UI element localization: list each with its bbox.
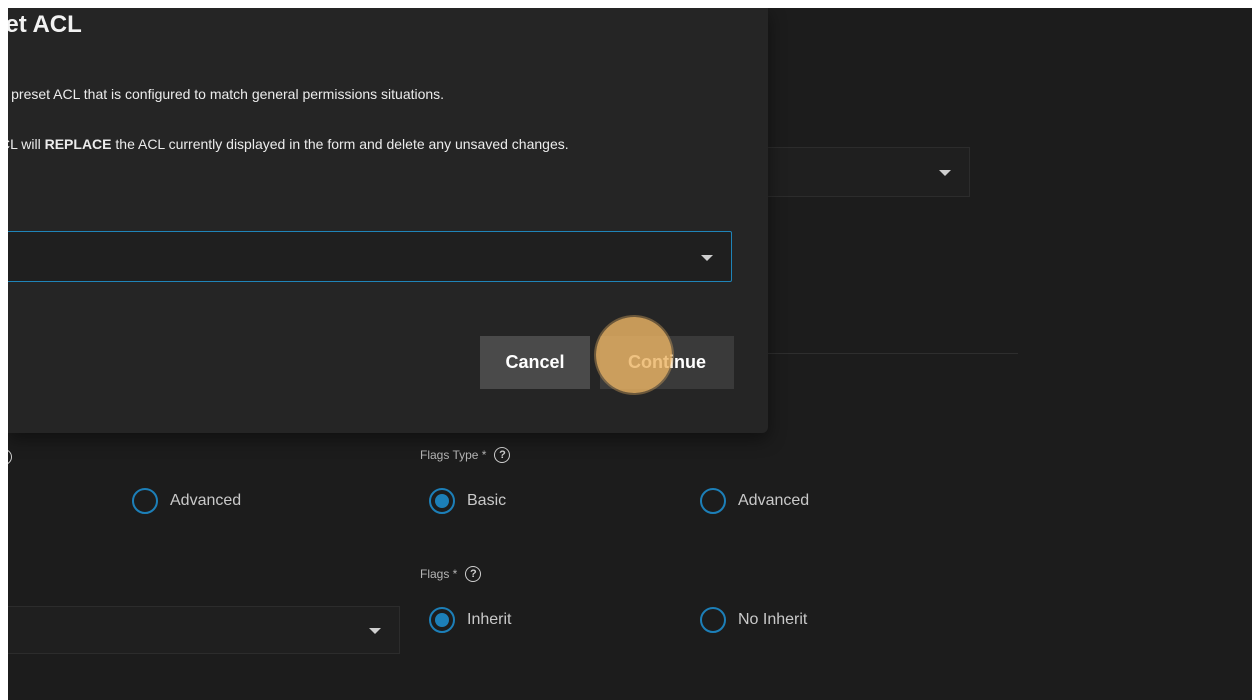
help-icon[interactable]: ?: [8, 449, 12, 465]
flags-inherit-radio[interactable]: Inherit: [429, 607, 511, 633]
app-frame: ? Advanced Flags Type * ? Basic Advanced…: [8, 8, 1252, 700]
radio-button-checked[interactable]: [429, 607, 455, 633]
left-field-label: ?: [8, 449, 12, 465]
left-bottom-select[interactable]: [8, 606, 400, 654]
dialog-description: ads a preset ACL that is configured to m…: [8, 86, 445, 102]
background-select[interactable]: [748, 147, 970, 197]
warning-text-end: the ACL currently displayed in the form …: [111, 136, 569, 152]
section-divider: [768, 353, 1018, 354]
preset-acl-select[interactable]: [8, 231, 732, 282]
radio-button[interactable]: [700, 488, 726, 514]
chevron-down-icon: [369, 628, 381, 634]
radio-label: Advanced: [738, 492, 810, 509]
radio-label: Advanced: [170, 492, 242, 509]
radio-label: No Inherit: [738, 611, 808, 628]
left-advanced-radio[interactable]: Advanced: [132, 488, 241, 514]
continue-button[interactable]: Continue: [600, 336, 734, 389]
warning-text-start: CL will: [8, 136, 41, 152]
radio-label: Inherit: [467, 611, 512, 628]
select-preset-acl-dialog: set ACL ads a preset ACL that is configu…: [8, 8, 768, 433]
flags-type-basic-radio[interactable]: Basic: [429, 488, 506, 514]
flags-type-label: Flags Type * ?: [420, 447, 511, 463]
help-icon[interactable]: ?: [494, 447, 511, 463]
flags-label: Flags * ?: [420, 566, 482, 582]
flags-type-advanced-radio[interactable]: Advanced: [700, 488, 809, 514]
dialog-title: set ACL: [8, 11, 82, 38]
radio-button-checked[interactable]: [429, 488, 455, 514]
cancel-button[interactable]: Cancel: [480, 336, 590, 389]
flags-no-inherit-radio[interactable]: No Inherit: [700, 607, 807, 633]
dialog-warning: CL will REPLACE the ACL currently displa…: [8, 136, 569, 152]
radio-button[interactable]: [700, 607, 726, 633]
chevron-down-icon: [701, 255, 713, 261]
radio-label: Basic: [467, 492, 507, 509]
chevron-down-icon: [939, 170, 951, 176]
warning-text-strong: REPLACE: [44, 136, 112, 152]
radio-button[interactable]: [132, 488, 158, 514]
flags-label-text: Flags *: [420, 567, 458, 581]
help-icon[interactable]: ?: [465, 566, 482, 582]
flags-type-label-text: Flags Type *: [420, 448, 487, 462]
